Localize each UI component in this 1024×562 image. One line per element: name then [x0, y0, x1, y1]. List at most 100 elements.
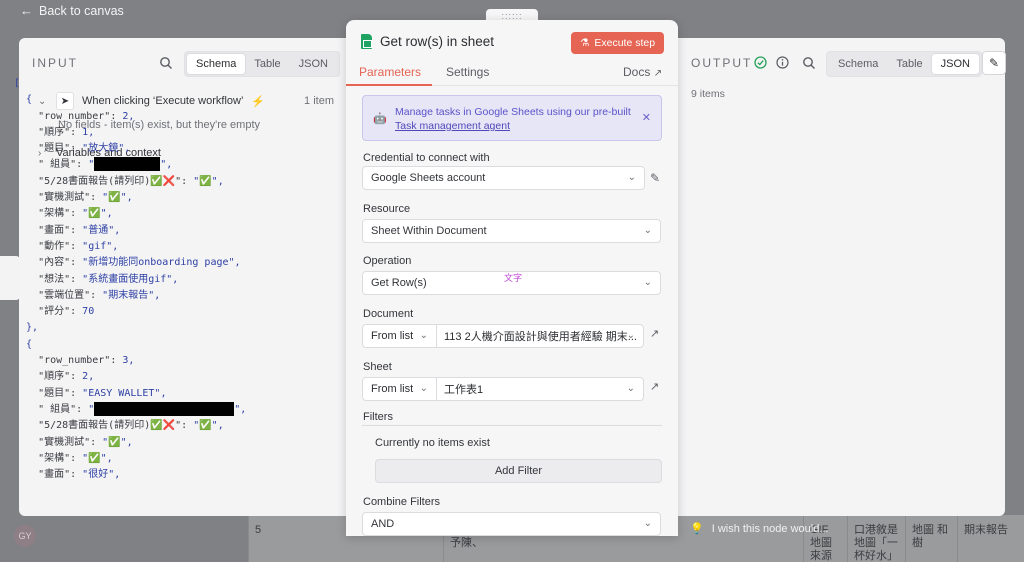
- json-line: " 組員": " ",: [14, 401, 247, 416]
- json-line: "畫面": "普通",: [14, 223, 324, 239]
- json-output: [ { "row_number": 2, "順序": 1, "題目": "放大鏡…: [14, 76, 324, 483]
- output-search-icon[interactable]: [802, 56, 816, 70]
- output-tab-json[interactable]: JSON: [931, 54, 979, 74]
- sheet-select[interactable]: 工作表1 ⌄: [437, 377, 644, 401]
- filters-divider: [362, 425, 662, 426]
- json-value: "✅",: [193, 175, 224, 187]
- feedback-text: I wish this node would...: [711, 522, 829, 535]
- json-key: "題目":: [14, 143, 83, 155]
- output-panel: [677, 38, 1005, 516]
- output-view-switch: Schema Table JSON: [826, 51, 982, 77]
- filters-label: Filters: [363, 411, 393, 423]
- json-key: "雲端位置":: [14, 289, 103, 301]
- json-line: "row_number": 2,: [14, 109, 324, 125]
- json-line: },: [14, 322, 39, 334]
- feedback-prompt[interactable]: 💡 I wish this node would...: [690, 522, 829, 536]
- input-view-switch: Schema Table JSON: [184, 51, 340, 77]
- json-value: "系統畫面使用gif",: [82, 273, 179, 285]
- tab-parameters[interactable]: Parameters: [359, 65, 421, 79]
- combine-filters-select[interactable]: AND ⌄: [362, 512, 661, 536]
- json-value: "新增功能同onboarding page",: [82, 257, 241, 269]
- output-tab-table[interactable]: Table: [887, 54, 931, 74]
- input-tab-schema[interactable]: Schema: [187, 54, 246, 74]
- resource-select[interactable]: Sheet Within Document ⌄: [362, 219, 661, 243]
- credential-select[interactable]: Google Sheets account ⌄: [362, 166, 645, 190]
- node-title[interactable]: Get row(s) in sheet: [380, 34, 494, 49]
- json-key: "順序":: [14, 126, 83, 138]
- json-line: "順序": 2,: [14, 369, 324, 385]
- info-icon[interactable]: [776, 56, 789, 69]
- chevron-down-icon: ⌄: [643, 225, 652, 236]
- document-label: Document: [363, 308, 414, 320]
- input-tab-json[interactable]: JSON: [290, 54, 337, 74]
- search-icon[interactable]: [159, 56, 173, 70]
- resource-label: Resource: [363, 203, 411, 215]
- json-line: "評分": 70: [14, 304, 324, 320]
- redacted-value: [94, 157, 161, 172]
- chevron-down-icon: ⌄: [626, 330, 635, 341]
- json-line: {: [14, 94, 33, 106]
- chevron-down-icon: ⌄: [626, 383, 635, 394]
- json-key: " 組員":: [14, 159, 89, 171]
- open-sheet-icon[interactable]: ↗: [650, 380, 659, 393]
- overlay-text: 文字: [504, 273, 523, 283]
- robot-icon: 🤖: [373, 113, 387, 125]
- json-value: 3,: [122, 355, 135, 367]
- json-value: "EASY WALLET",: [82, 387, 167, 399]
- json-line: "row_number": 3,: [14, 353, 324, 369]
- output-tab-schema[interactable]: Schema: [829, 54, 887, 74]
- json-line: [: [14, 78, 21, 89]
- json-line: "架構": "✅",: [14, 451, 324, 467]
- filters-empty-note: Currently no items exist: [375, 437, 490, 449]
- json-line: " 組員": " ",: [14, 157, 173, 172]
- json-line: "動作": "gif",: [14, 239, 324, 255]
- node-title-row: Get row(s) in sheet: [361, 34, 494, 49]
- json-key: " 組員":: [14, 403, 89, 415]
- json-value: "gif",: [82, 240, 119, 252]
- flask-icon: ⚗: [579, 37, 590, 49]
- json-line: "雲端位置": "期末報告",: [14, 288, 324, 304]
- input-tab-table[interactable]: Table: [245, 54, 289, 74]
- chevron-down-icon: ⌄: [419, 330, 428, 341]
- external-link-icon: ↗: [653, 68, 663, 79]
- edit-credential-icon[interactable]: ✎: [650, 171, 660, 185]
- execute-step-button[interactable]: ⚗ Execute step: [571, 32, 664, 54]
- json-value: "很好",: [82, 469, 121, 481]
- back-to-canvas-link[interactable]: ← Back to canvas: [20, 3, 124, 18]
- back-to-canvas-label: Back to canvas: [39, 3, 124, 18]
- close-icon[interactable]: ✕: [642, 111, 651, 125]
- combine-filters-value: AND: [371, 518, 395, 530]
- bg-cell: 地圖 和樹: [905, 515, 957, 562]
- json-key: "動作":: [14, 240, 83, 252]
- tab-docs[interactable]: Docs ↗: [623, 65, 662, 79]
- operation-value: Get Row(s): [371, 277, 427, 289]
- avatar: GY: [14, 525, 36, 547]
- json-key: "5/28書面報告(請列印)✅❌":: [14, 420, 194, 432]
- chevron-down-icon: ⌄: [643, 518, 652, 529]
- sheet-mode-value: From list: [371, 383, 414, 395]
- docs-label: Docs: [623, 65, 651, 79]
- document-mode-select[interactable]: From list ⌄: [362, 324, 437, 348]
- sheet-mode-select[interactable]: From list ⌄: [362, 377, 437, 401]
- chevron-down-icon: ⌄: [643, 277, 652, 288]
- google-sheets-icon: [361, 34, 372, 49]
- edit-output-button[interactable]: ✎: [982, 51, 1006, 75]
- credential-value: Google Sheets account: [371, 172, 486, 184]
- json-line: "5/28書面報告(請列印)✅❌": "✅",: [14, 174, 324, 190]
- output-title: OUTPUT: [691, 56, 753, 70]
- json-line: "實機測試": "✅",: [14, 435, 324, 451]
- tab-settings[interactable]: Settings: [446, 65, 489, 79]
- add-filter-button[interactable]: Add Filter: [375, 459, 662, 483]
- json-key: "順序":: [14, 371, 83, 383]
- callout-link[interactable]: Task management agent: [395, 119, 631, 133]
- json-value: "✅",: [193, 420, 224, 432]
- chevron-down-icon: ⌄: [627, 172, 636, 183]
- open-document-icon[interactable]: ↗: [650, 327, 659, 340]
- json-value: "✅",: [102, 192, 133, 204]
- json-key: "架構":: [14, 208, 83, 220]
- document-select[interactable]: 113 2人機介面設計與使用者經驗 期末... ⌄: [437, 324, 644, 348]
- pencil-icon: ✎: [988, 56, 1000, 70]
- arrow-left-icon: ←: [20, 3, 33, 18]
- json-key: "畫面":: [14, 224, 83, 236]
- json-line: "順序": 1,: [14, 125, 324, 141]
